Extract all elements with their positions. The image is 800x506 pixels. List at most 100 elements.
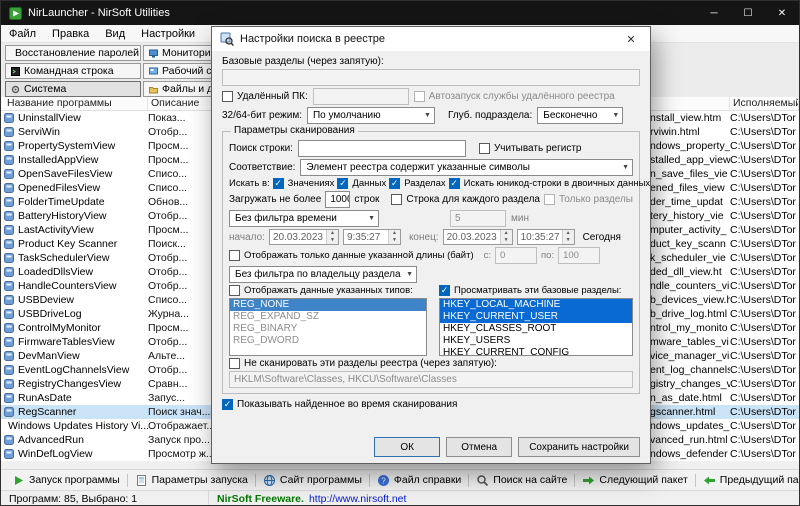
search-string-input[interactable] xyxy=(298,140,466,157)
keys-only-checkbox[interactable]: Только разделы xyxy=(544,194,633,205)
exclude-keys-input[interactable]: HKLM\Software\Classes, HKCU\Software\Cla… xyxy=(229,371,633,388)
end-label: конец: xyxy=(409,232,439,243)
program-name: AdvancedRun xyxy=(18,434,84,446)
base-keys-listbox[interactable]: HKEY_LOCAL_MACHINEHKEY_CURRENT_USERHKEY_… xyxy=(439,298,633,356)
bit-mode-select[interactable]: По умолчанию▼ xyxy=(307,107,435,124)
list-item[interactable]: HKEY_CURRENT_USER xyxy=(440,311,632,323)
spinner-icon[interactable]: ▲▼ xyxy=(388,230,400,244)
search-site-button[interactable]: Поиск на сайте xyxy=(469,470,574,490)
program-exe-path: C:\Users\DTor xyxy=(730,294,799,306)
program-name: RegistryChangesView xyxy=(18,378,121,390)
list-item[interactable]: HKEY_CLASSES_ROOT xyxy=(440,323,632,335)
to-input[interactable]: 100 xyxy=(558,247,600,264)
maximize-button[interactable]: ☐ xyxy=(731,1,765,25)
column-header-help[interactable] xyxy=(650,97,730,110)
help-file-icon: ? xyxy=(377,474,390,487)
list-item[interactable]: HKEY_LOCAL_MACHINE xyxy=(440,299,632,311)
search-in-checkbox[interactable]: Разделах xyxy=(389,178,445,189)
run-program-button[interactable]: Запуск программы xyxy=(5,470,127,490)
ok-button[interactable]: ОК xyxy=(374,437,440,457)
list-item[interactable]: REG_EXPAND_SZ xyxy=(230,311,426,323)
owner-filter-select[interactable]: Без фильтра по владельцу раздела▼ xyxy=(229,266,417,283)
match-select[interactable]: Элемент реестра содержит указанные симво… xyxy=(300,159,633,176)
save-settings-button[interactable]: Сохранить настройки xyxy=(518,437,640,457)
checkbox-box xyxy=(222,399,233,410)
program-exe-path: C:\Users\DTor xyxy=(730,378,799,390)
program-exe-path: C:\Users\DTor xyxy=(730,238,799,250)
program-icon xyxy=(4,169,14,179)
cancel-button[interactable]: Отмена xyxy=(446,437,512,457)
list-item[interactable]: REG_DWORD xyxy=(230,335,426,347)
from-input[interactable]: 0 xyxy=(495,247,537,264)
end-time-input[interactable]: 10:35:27 ▲▼ xyxy=(517,229,575,245)
show-types-checkbox[interactable]: Отображать данные указанных типов: xyxy=(229,285,427,296)
search-in-checkbox[interactable]: Значениях xyxy=(273,178,335,189)
to-label: по: xyxy=(541,250,554,261)
exclude-keys-checkbox[interactable]: Не сканировать эти разделы реестра (чере… xyxy=(229,358,497,369)
row-per-key-checkbox[interactable]: Строка для каждого раздела xyxy=(391,194,540,205)
time-filter-select[interactable]: Без фильтра времени▼ xyxy=(229,210,379,227)
program-help-file: b_drive_log.html xyxy=(650,308,730,320)
start-date-input[interactable]: 20.03.2023 ▲▼ xyxy=(269,229,339,245)
search-in-checkbox[interactable]: Данных xyxy=(337,178,386,189)
spinner-icon[interactable]: ▲▼ xyxy=(500,230,512,244)
scan-base-keys-checkbox[interactable]: Просматривать эти базовые разделы: xyxy=(439,285,621,296)
list-item[interactable]: REG_NONE xyxy=(230,299,426,311)
tab-command-line[interactable]: Командная строка xyxy=(5,63,141,79)
end-date-input[interactable]: 20.03.2023 ▲▼ xyxy=(443,229,513,245)
tab-system[interactable]: Система xyxy=(5,81,141,97)
menu-item[interactable]: Файл xyxy=(1,25,44,42)
minimize-button[interactable]: ─ xyxy=(697,1,731,25)
program-name: FirmwareTablesView xyxy=(18,336,115,348)
checkbox-box xyxy=(229,285,240,296)
program-name: InstalledAppView xyxy=(18,154,98,166)
nirsoft-link[interactable]: http://www.nirsoft.net xyxy=(309,493,406,505)
spinner-icon[interactable]: ▲▼ xyxy=(326,230,338,244)
search-string-label: Поиск строки: xyxy=(229,143,293,154)
menu-item[interactable]: Настройки xyxy=(133,25,203,42)
remote-pc-input[interactable] xyxy=(313,88,409,105)
program-icon xyxy=(4,113,14,123)
checkbox-box xyxy=(439,285,450,296)
program-icon xyxy=(4,281,14,291)
base-keys-input[interactable] xyxy=(222,69,640,86)
prev-package-button[interactable]: Предыдущий пакет xyxy=(696,470,800,490)
load-limit-input[interactable]: 10000 xyxy=(325,191,350,208)
autostart-remote-checkbox[interactable]: Автозапуск службы удалённого реестра xyxy=(414,91,615,102)
value-types-listbox[interactable]: REG_NONEREG_EXPAND_SZREG_BINARYREG_DWORD xyxy=(229,298,427,356)
time-minutes-input[interactable]: 5 xyxy=(450,210,506,227)
show-found-checkbox[interactable]: Показывать найденное во время сканирован… xyxy=(222,399,457,410)
list-item[interactable]: REG_BINARY xyxy=(230,323,426,335)
menu-item[interactable]: Правка xyxy=(44,25,97,42)
start-time-input[interactable]: 9:35:27 ▲▼ xyxy=(343,229,401,245)
column-header-name[interactable]: Название программы xyxy=(4,97,148,110)
group-title: Параметры сканирования xyxy=(231,125,358,136)
tab-password-recovery[interactable]: Восстановление паролей xyxy=(5,45,141,61)
program-name: LastActivityView xyxy=(18,224,94,236)
case-sensitive-checkbox[interactable]: Учитывать регистр xyxy=(479,143,582,154)
program-name: ControlMyMonitor xyxy=(18,322,101,334)
close-button[interactable]: ✕ xyxy=(765,1,799,25)
list-item[interactable]: HKEY_USERS xyxy=(440,335,632,347)
program-icon xyxy=(4,309,14,319)
dialog-close-icon[interactable]: ✕ xyxy=(612,27,650,51)
program-help-file: vice_manager_vi xyxy=(650,350,730,362)
spinner-icon[interactable]: ▲▼ xyxy=(562,230,574,244)
data-length-checkbox[interactable]: Отображать только данные указанной длины… xyxy=(229,250,474,261)
subkey-depth-select[interactable]: Бесконечно▼ xyxy=(537,107,623,124)
column-header-exe[interactable]: Исполняемый xyxy=(730,97,799,110)
bottom-toolbar: Запуск программы Параметры запуска Сайт … xyxy=(1,469,799,490)
remote-pc-checkbox[interactable]: Удалённый ПК: xyxy=(222,91,308,102)
run-settings-button[interactable]: Параметры запуска xyxy=(128,470,255,490)
program-help-file: ndle_counters_vi xyxy=(650,280,730,292)
search-in-checkbox[interactable]: Искать юникод-строки в двоичных данных xyxy=(449,178,650,189)
menu-item[interactable]: Вид xyxy=(97,25,133,42)
next-package-button[interactable]: Следующий пакет xyxy=(575,470,694,490)
today-button[interactable]: Сегодня xyxy=(583,232,621,243)
window-title: NirLauncher - NirSoft Utilities xyxy=(28,7,697,19)
program-icon xyxy=(4,183,14,193)
list-item[interactable]: HKEY_CURRENT_CONFIG xyxy=(440,347,632,356)
help-file-button[interactable]: ? Файл справки xyxy=(370,470,468,490)
program-exe-path: C:\Users\DTor xyxy=(730,252,799,264)
program-website-button[interactable]: Сайт программы xyxy=(256,470,369,490)
